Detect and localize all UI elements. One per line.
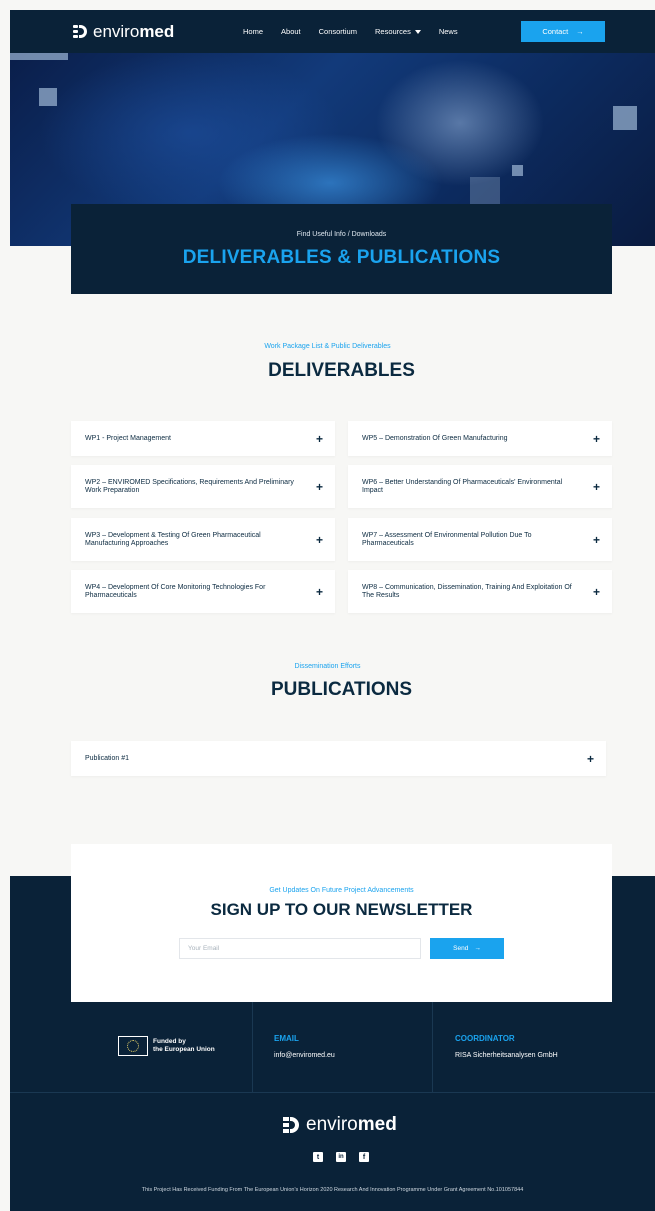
decorative-square [613, 106, 637, 130]
grant-text: This Project Has Received Funding From T… [141, 1187, 524, 1193]
deliverable-label: WP2 – ENVIROMED Specifications, Requirem… [85, 478, 294, 494]
main-menu: Home About Consortium Resources News [243, 27, 476, 36]
deliverable-label: WP8 – Communication, Dissemination, Trai… [362, 583, 572, 599]
deliverables-title: DELIVERABLES [268, 360, 415, 381]
plus-icon: + [315, 584, 323, 599]
deliverable-wp2[interactable]: WP2 – ENVIROMED Specifications, Requirem… [71, 465, 335, 508]
eu-flag-icon [118, 1036, 148, 1056]
nav-link-consortium[interactable]: Consortium [319, 27, 357, 36]
hero-subtitle: Find Useful Info / Downloads [296, 231, 387, 238]
plus-icon: + [315, 431, 323, 446]
footer-divider [10, 1092, 655, 1093]
deliverable-label: WP7 – Assessment Of Environmental Pollut… [362, 531, 532, 547]
facebook-icon[interactable]: f [359, 1152, 369, 1162]
nav-link-about[interactable]: About [281, 27, 301, 36]
deliverable-wp6[interactable]: WP6 – Better Understanding Of Pharmaceut… [348, 465, 612, 508]
logo-text-light: enviro [93, 22, 140, 41]
coordinator-value: RISA Sicherheitsanalysen GmbH [455, 1052, 558, 1059]
email-link[interactable]: info@enviromed.eu [274, 1052, 335, 1059]
deliverable-label: WP3 – Development & Testing Of Green Pha… [85, 531, 261, 547]
publication-label: Publication #1 [85, 754, 129, 762]
enviromed-logo-icon [283, 1116, 300, 1134]
newsletter-card: Get Updates On Future Project Advancemen… [71, 844, 612, 1002]
twitter-icon[interactable]: t [313, 1152, 323, 1162]
email-label: EMAIL [274, 1034, 299, 1043]
eu-line-2: the European Union [153, 1046, 215, 1053]
footer-logo-text-light: enviro [306, 1114, 358, 1135]
decorative-square [512, 165, 523, 176]
deliverable-label: WP4 – Development Of Core Monitoring Tec… [85, 583, 266, 599]
email-field[interactable] [179, 938, 421, 959]
enviromed-logo-icon [73, 25, 89, 39]
deliverable-wp5[interactable]: WP5 – Demonstration Of Green Manufacturi… [348, 421, 612, 456]
coordinator-label: COORDINATOR [455, 1034, 515, 1043]
send-button[interactable]: Send → [430, 938, 504, 959]
nav-link-resources-label: Resources [374, 27, 411, 36]
publications-title: PUBLICATIONS [270, 679, 413, 700]
enviromed-logo[interactable]: enviro med [73, 22, 174, 42]
logo-text-bold: med [139, 22, 175, 41]
hero-title-box: Find Useful Info / Downloads DELIVERABLE… [71, 204, 612, 294]
eu-line-1: Funded by [153, 1038, 186, 1045]
decorative-square [10, 53, 68, 60]
send-button-label: Send [453, 945, 469, 952]
nav-link-resources[interactable]: Resources [375, 27, 421, 36]
footer-logo[interactable]: enviro med [283, 1114, 397, 1136]
footer-divider [432, 1002, 433, 1092]
plus-icon: + [592, 584, 600, 599]
eu-funding-text: Funded by the European Union [153, 1038, 215, 1054]
plus-icon: + [592, 532, 600, 547]
deliverables-kicker: Work Package List & Public Deliverables [264, 343, 391, 350]
deliverable-wp7[interactable]: WP7 – Assessment Of Environmental Pollut… [348, 518, 612, 561]
contact-button[interactable]: Contact → [521, 21, 605, 42]
nav-link-news[interactable]: News [439, 27, 458, 36]
deliverable-label: WP1 - Project Management [85, 434, 171, 442]
deliverable-wp8[interactable]: WP8 – Communication, Dissemination, Trai… [348, 570, 612, 613]
decorative-square [470, 177, 500, 207]
top-navbar: enviro med Home About Consortium Resource… [10, 10, 655, 53]
publication-item[interactable]: Publication #1 + [71, 741, 606, 776]
contact-button-label: Contact [542, 27, 569, 36]
plus-icon: + [592, 431, 600, 446]
deliverable-wp1[interactable]: WP1 - Project Management + [71, 421, 335, 456]
arrow-right-icon: → [576, 27, 584, 36]
nav-link-home[interactable]: Home [243, 27, 263, 36]
decorative-square [39, 88, 57, 106]
linkedin-icon[interactable]: in [336, 1152, 346, 1162]
newsletter-title: SIGN UP TO OUR NEWSLETTER [210, 900, 473, 919]
page-title: DELIVERABLES & PUBLICATIONS [182, 247, 501, 268]
deliverable-label: WP5 – Demonstration Of Green Manufacturi… [362, 434, 508, 442]
plus-icon: + [315, 532, 323, 547]
plus-icon: + [592, 479, 600, 494]
deliverable-label: WP6 – Better Understanding Of Pharmaceut… [362, 478, 563, 494]
chevron-down-icon [414, 30, 421, 35]
arrow-right-icon: → [474, 945, 481, 952]
footer-divider [252, 1002, 253, 1092]
plus-icon: + [315, 479, 323, 494]
deliverable-wp4[interactable]: WP4 – Development Of Core Monitoring Tec… [71, 570, 335, 613]
deliverable-wp3[interactable]: WP3 – Development & Testing Of Green Pha… [71, 518, 335, 561]
publications-kicker: Dissemination Efforts [294, 663, 361, 670]
plus-icon: + [586, 751, 594, 766]
footer-logo-text-bold: med [357, 1114, 397, 1135]
newsletter-kicker: Get Updates On Future Project Advancemen… [269, 887, 414, 894]
